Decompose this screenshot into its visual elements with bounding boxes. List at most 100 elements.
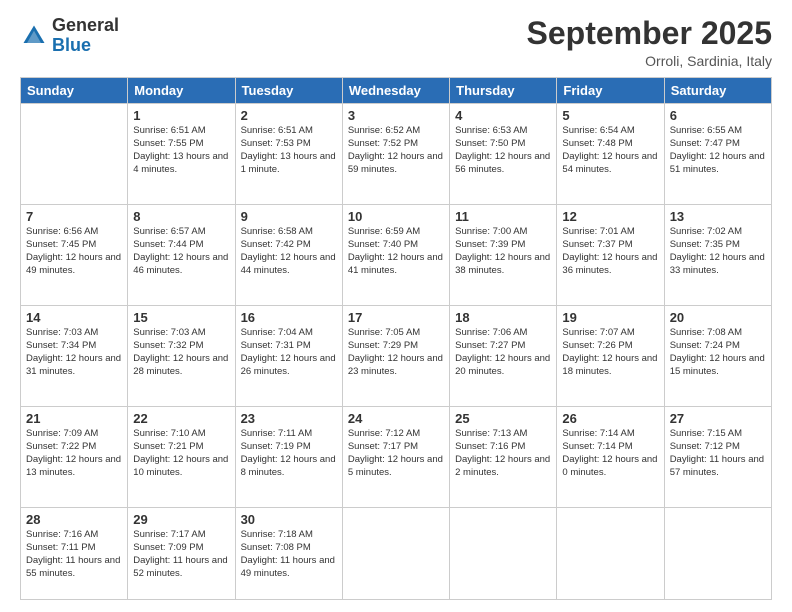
calendar-cell: 11 Sunrise: 7:00 AMSunset: 7:39 PMDayligh… [450,205,557,306]
logo-general: General [52,15,119,35]
day-info: Sunrise: 6:53 AMSunset: 7:50 PMDaylight:… [455,125,551,176]
day-number: 14 [26,310,122,325]
day-of-week-wednesday: Wednesday [342,78,449,104]
week-row-1: 1 Sunrise: 6:51 AMSunset: 7:55 PMDaylight… [21,104,772,205]
location: Orroli, Sardinia, Italy [527,53,772,69]
day-number: 26 [562,411,658,426]
day-info: Sunrise: 6:57 AMSunset: 7:44 PMDaylight:… [133,226,229,277]
day-info: Sunrise: 7:07 AMSunset: 7:26 PMDaylight:… [562,327,658,378]
logo-text: General Blue [52,16,119,56]
day-number: 18 [455,310,551,325]
day-number: 3 [348,108,444,123]
day-number: 5 [562,108,658,123]
day-info: Sunrise: 6:54 AMSunset: 7:48 PMDaylight:… [562,125,658,176]
day-info: Sunrise: 7:06 AMSunset: 7:27 PMDaylight:… [455,327,551,378]
day-number: 29 [133,512,229,527]
day-number: 25 [455,411,551,426]
day-number: 8 [133,209,229,224]
day-number: 22 [133,411,229,426]
day-info: Sunrise: 6:59 AMSunset: 7:40 PMDaylight:… [348,226,444,277]
day-info: Sunrise: 7:12 AMSunset: 7:17 PMDaylight:… [348,428,444,479]
day-info: Sunrise: 7:17 AMSunset: 7:09 PMDaylight:… [133,529,229,580]
week-row-2: 7 Sunrise: 6:56 AMSunset: 7:45 PMDaylight… [21,205,772,306]
day-number: 21 [26,411,122,426]
day-info: Sunrise: 6:52 AMSunset: 7:52 PMDaylight:… [348,125,444,176]
calendar-cell: 21 Sunrise: 7:09 AMSunset: 7:22 PMDayligh… [21,407,128,508]
calendar-cell: 8 Sunrise: 6:57 AMSunset: 7:44 PMDaylight… [128,205,235,306]
calendar-cell: 12Sunrise: 7:01 AMSunset: 7:37 PMDayligh… [557,205,664,306]
calendar-cell: 16Sunrise: 7:04 AMSunset: 7:31 PMDayligh… [235,306,342,407]
title-block: September 2025 Orroli, Sardinia, Italy [527,16,772,69]
day-of-week-friday: Friday [557,78,664,104]
calendar-cell: 24 Sunrise: 7:12 AMSunset: 7:17 PMDayligh… [342,407,449,508]
calendar-cell [21,104,128,205]
calendar-cell [450,508,557,600]
day-info: Sunrise: 6:51 AMSunset: 7:53 PMDaylight:… [241,125,337,176]
header: General Blue September 2025 Orroli, Sard… [20,16,772,69]
day-number: 11 [455,209,551,224]
day-number: 12 [562,209,658,224]
calendar-cell [342,508,449,600]
day-number: 17 [348,310,444,325]
day-number: 2 [241,108,337,123]
day-info: Sunrise: 7:04 AMSunset: 7:31 PMDaylight:… [241,327,337,378]
calendar-cell: 15 Sunrise: 7:03 AMSunset: 7:32 PMDayligh… [128,306,235,407]
day-of-week-saturday: Saturday [664,78,771,104]
day-info: Sunrise: 7:03 AMSunset: 7:34 PMDaylight:… [26,327,122,378]
day-of-week-thursday: Thursday [450,78,557,104]
calendar-cell: 25Sunrise: 7:13 AMSunset: 7:16 PMDayligh… [450,407,557,508]
calendar-cell: 28 Sunrise: 7:16 AMSunset: 7:11 PMDayligh… [21,508,128,600]
day-info: Sunrise: 6:51 AMSunset: 7:55 PMDaylight:… [133,125,229,176]
calendar-cell: 7 Sunrise: 6:56 AMSunset: 7:45 PMDaylight… [21,205,128,306]
day-info: Sunrise: 7:10 AMSunset: 7:21 PMDaylight:… [133,428,229,479]
day-info: Sunrise: 7:15 AMSunset: 7:12 PMDaylight:… [670,428,766,479]
day-info: Sunrise: 7:11 AMSunset: 7:19 PMDaylight:… [241,428,337,479]
week-row-3: 14 Sunrise: 7:03 AMSunset: 7:34 PMDayligh… [21,306,772,407]
calendar-cell: 3 Sunrise: 6:52 AMSunset: 7:52 PMDaylight… [342,104,449,205]
day-number: 19 [562,310,658,325]
calendar-cell: 1 Sunrise: 6:51 AMSunset: 7:55 PMDaylight… [128,104,235,205]
calendar-cell: 13Sunrise: 7:02 AMSunset: 7:35 PMDayligh… [664,205,771,306]
calendar-cell: 30Sunrise: 7:18 AMSunset: 7:08 PMDayligh… [235,508,342,600]
calendar-cell: 6 Sunrise: 6:55 AMSunset: 7:47 PMDaylight… [664,104,771,205]
logo-icon [20,22,48,50]
calendar-cell: 19 Sunrise: 7:07 AMSunset: 7:26 PMDayligh… [557,306,664,407]
day-info: Sunrise: 7:00 AMSunset: 7:39 PMDaylight:… [455,226,551,277]
calendar-cell: 9 Sunrise: 6:58 AMSunset: 7:42 PMDaylight… [235,205,342,306]
day-number: 4 [455,108,551,123]
page: General Blue September 2025 Orroli, Sard… [0,0,792,612]
day-of-week-tuesday: Tuesday [235,78,342,104]
calendar-cell: 26Sunrise: 7:14 AMSunset: 7:14 PMDayligh… [557,407,664,508]
day-info: Sunrise: 6:56 AMSunset: 7:45 PMDaylight:… [26,226,122,277]
day-number: 27 [670,411,766,426]
day-info: Sunrise: 7:16 AMSunset: 7:11 PMDaylight:… [26,529,122,580]
calendar-cell: 5 Sunrise: 6:54 AMSunset: 7:48 PMDaylight… [557,104,664,205]
calendar-cell [664,508,771,600]
day-info: Sunrise: 7:09 AMSunset: 7:22 PMDaylight:… [26,428,122,479]
calendar-cell: 20Sunrise: 7:08 AMSunset: 7:24 PMDayligh… [664,306,771,407]
day-info: Sunrise: 6:58 AMSunset: 7:42 PMDaylight:… [241,226,337,277]
day-info: Sunrise: 7:03 AMSunset: 7:32 PMDaylight:… [133,327,229,378]
day-number: 24 [348,411,444,426]
calendar-cell: 22 Sunrise: 7:10 AMSunset: 7:21 PMDayligh… [128,407,235,508]
day-number: 10 [348,209,444,224]
day-number: 1 [133,108,229,123]
day-number: 20 [670,310,766,325]
calendar-cell: 23Sunrise: 7:11 AMSunset: 7:19 PMDayligh… [235,407,342,508]
day-of-week-monday: Monday [128,78,235,104]
day-number: 28 [26,512,122,527]
day-number: 15 [133,310,229,325]
calendar-cell: 27 Sunrise: 7:15 AMSunset: 7:12 PMDayligh… [664,407,771,508]
day-number: 13 [670,209,766,224]
calendar-cell: 10 Sunrise: 6:59 AMSunset: 7:40 PMDayligh… [342,205,449,306]
day-number: 9 [241,209,337,224]
day-info: Sunrise: 6:55 AMSunset: 7:47 PMDaylight:… [670,125,766,176]
day-number: 6 [670,108,766,123]
logo: General Blue [20,16,119,56]
calendar-header-row: SundayMondayTuesdayWednesdayThursdayFrid… [21,78,772,104]
day-number: 7 [26,209,122,224]
calendar-cell: 14 Sunrise: 7:03 AMSunset: 7:34 PMDayligh… [21,306,128,407]
logo-blue: Blue [52,35,91,55]
calendar-cell [557,508,664,600]
day-of-week-sunday: Sunday [21,78,128,104]
